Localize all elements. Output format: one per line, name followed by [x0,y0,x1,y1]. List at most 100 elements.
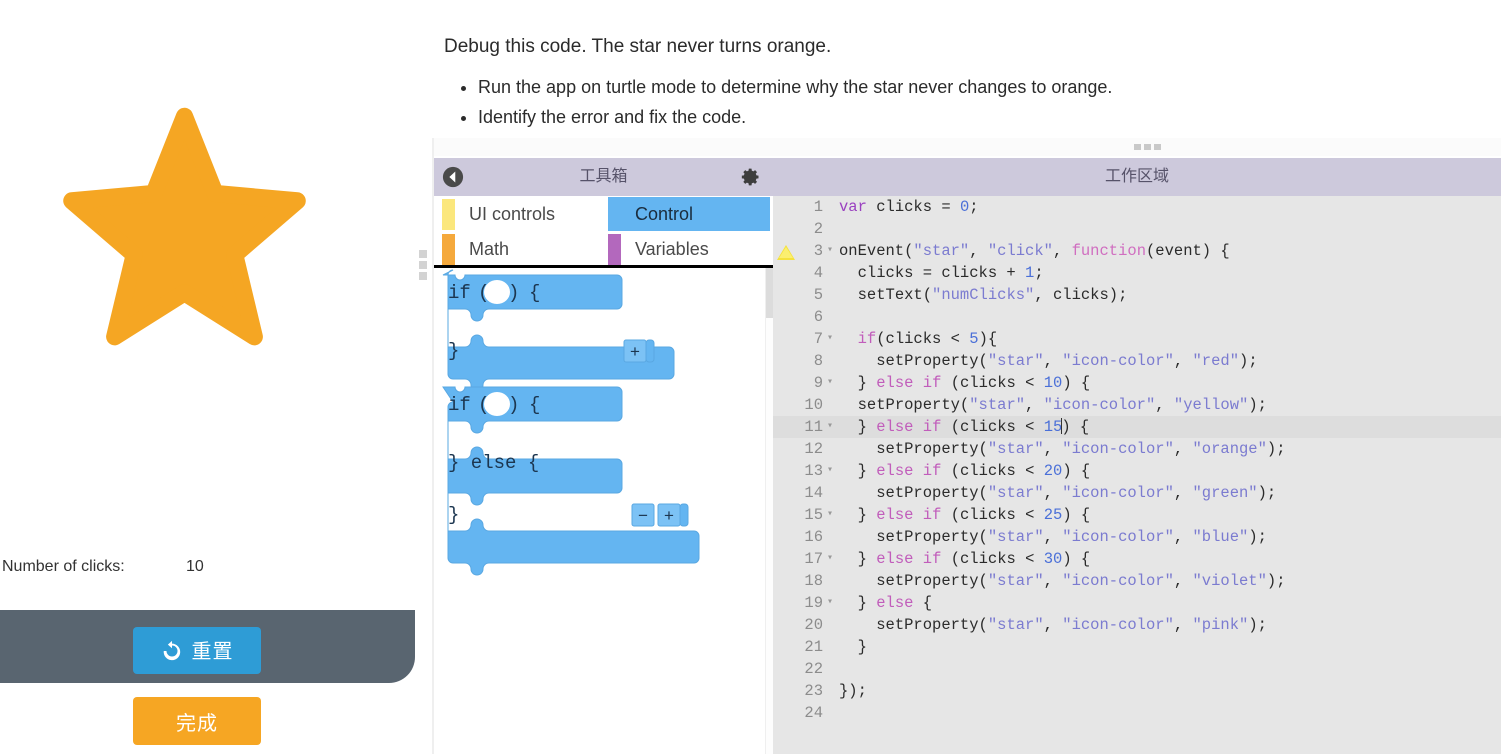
code-text: setProperty("star", "icon-color", "pink"… [876,616,1267,634]
svg-text:−: − [638,508,648,527]
line-number: 19 [804,594,823,612]
code-line[interactable]: 17 ▾ } else if (clicks < 30) { [773,548,1501,570]
line-number: 16 [804,528,823,546]
line-number: 2 [813,220,823,238]
drag-dots-icon [1134,144,1161,150]
list-item: Identify the error and fix the code. [478,102,1484,132]
code-line[interactable]: 21 } [773,636,1501,658]
fold-arrow-icon[interactable]: ▾ [827,548,837,570]
star-element[interactable] [62,104,307,354]
code-line[interactable]: 22 [773,658,1501,680]
block-if-else: if ( ) { } else { } − + [442,386,700,576]
code-text: } else { [857,594,933,612]
code-line[interactable]: 2 [773,218,1501,240]
category-color-swatch [608,233,621,265]
svg-text:} else {: } else { [448,452,539,474]
reset-button[interactable]: 重置 [133,627,261,674]
instructions-faint-line [444,0,1484,18]
line-number: 12 [804,440,823,458]
code-line[interactable]: 16 setProperty("star", "icon-color", "bl… [773,526,1501,548]
line-number: 9 [813,374,823,392]
code-area[interactable]: 1 var clicks = 0; 2 3 ▾ onEvent("star", "clic… [773,196,1501,754]
line-number: 13 [804,462,823,480]
code-text: setProperty("star", "icon-color", "yello… [857,396,1267,414]
code-line[interactable]: 18 setProperty("star", "icon-color", "vi… [773,570,1501,592]
code-line[interactable]: 24 [773,702,1501,724]
code-line[interactable]: 23}); [773,680,1501,702]
fold-arrow-icon[interactable]: ▾ [827,240,837,262]
svg-text:if: if [448,394,471,416]
reload-icon [163,640,180,660]
category-control[interactable]: Control [608,197,770,231]
finish-button[interactable]: 完成 [133,697,261,745]
code-line[interactable]: 13 ▾ } else if (clicks < 20) { [773,460,1501,482]
fold-arrow-icon[interactable]: ▾ [827,416,837,438]
line-number: 10 [804,396,823,414]
toolbox-scrollbar-thumb[interactable] [766,268,773,318]
instructions-block: Debug this code. The star never turns or… [444,0,1484,132]
code-line[interactable]: 7 ▾ if(clicks < 5){ [773,328,1501,350]
code-line[interactable]: 14 setProperty("star", "icon-color", "gr… [773,482,1501,504]
code-line[interactable]: 9 ▾ } else if (clicks < 10) { [773,372,1501,394]
line-number: 4 [813,264,823,282]
gear-icon[interactable] [741,167,761,187]
code-line[interactable]: 12 setProperty("star", "icon-color", "or… [773,438,1501,460]
vertical-drag-handle[interactable] [419,250,430,284]
instructions-list: Run the app on turtle mode to determine … [444,72,1484,132]
svg-text:): ) [508,394,519,416]
svg-text:(: ( [478,394,489,416]
svg-text:): ) [508,282,519,304]
category-math[interactable]: Math [442,232,608,266]
svg-text:+: + [630,344,640,363]
code-line[interactable]: 4 clicks = clicks + 1; [773,262,1501,284]
category-color-swatch [608,198,621,230]
fold-arrow-icon[interactable]: ▾ [827,328,837,350]
svg-text:{: { [529,394,540,416]
code-line[interactable]: 1 var clicks = 0; [773,196,1501,218]
blocks-svg: .blk { fill:#64b5f1; stroke:#5aa8e2; str… [442,269,700,576]
fold-arrow-icon[interactable]: ▾ [827,460,837,482]
line-number: 24 [804,704,823,722]
editor-header: 工作区域 [773,158,1501,196]
fold-arrow-icon[interactable]: ▾ [827,592,837,614]
toolbox-title: 工具箱 [579,168,628,185]
toolbox-block-canvas: .blk { fill:#64b5f1; stroke:#5aa8e2; str… [434,268,773,754]
code-line[interactable]: 15 ▾ } else if (clicks < 25) { [773,504,1501,526]
code-text: onEvent("star", "click", function(event)… [839,242,1230,260]
code-line[interactable]: 6 [773,306,1501,328]
category-ui-controls[interactable]: UI controls [442,197,608,231]
code-text: } else if (clicks < 25) { [857,506,1091,524]
code-line[interactable]: 3 ▾ onEvent("star", "click", function(even… [773,240,1501,262]
code-line[interactable]: 11 ▾ } else if (clicks < 15) { [773,416,1501,438]
code-line[interactable]: 8 setProperty("star", "icon-color", "red… [773,350,1501,372]
fold-arrow-icon[interactable]: ▾ [827,372,837,394]
horizontal-drag-handle[interactable] [434,138,1501,156]
svg-text:}: } [448,504,459,526]
list-item: Run the app on turtle mode to determine … [478,72,1484,102]
code-line[interactable]: 20 setProperty("star", "icon-color", "pi… [773,614,1501,636]
code-text: setProperty("star", "icon-color", "red")… [876,352,1258,370]
code-text: } else if (clicks < 20) { [857,462,1091,480]
line-number: 21 [804,638,823,656]
category-grid: UI controls Math Control Variables [434,196,773,268]
fold-arrow-icon[interactable]: ▾ [827,504,837,526]
clicks-label: Number of clicks: [2,558,125,575]
instructions-title: Debug this code. The star never turns or… [444,36,832,57]
line-number: 11 [804,418,823,436]
code-text: }); [839,682,867,700]
code-line[interactable]: 10 setProperty("star", "icon-color", "ye… [773,394,1501,416]
line-number: 6 [813,308,823,326]
clicks-readout: Number of clicks: 10 [0,558,415,582]
line-number: 14 [804,484,823,502]
svg-text:(: ( [478,282,489,304]
toolbox-scrollbar[interactable] [765,268,773,754]
code-text: if(clicks < 5){ [857,330,998,348]
code-text: } [857,638,867,656]
code-editor-panel: 工作区域 1 var clicks = 0; 2 3 ▾ onEvent("star", … [773,158,1501,754]
star-icon [63,107,306,346]
category-variables[interactable]: Variables [608,232,770,266]
code-line[interactable]: 5 setText("numClicks", clicks); [773,284,1501,306]
code-text: clicks = clicks + 1; [857,264,1044,282]
code-text: setProperty("star", "icon-color", "blue"… [876,528,1267,546]
code-line[interactable]: 19 ▾ } else { [773,592,1501,614]
